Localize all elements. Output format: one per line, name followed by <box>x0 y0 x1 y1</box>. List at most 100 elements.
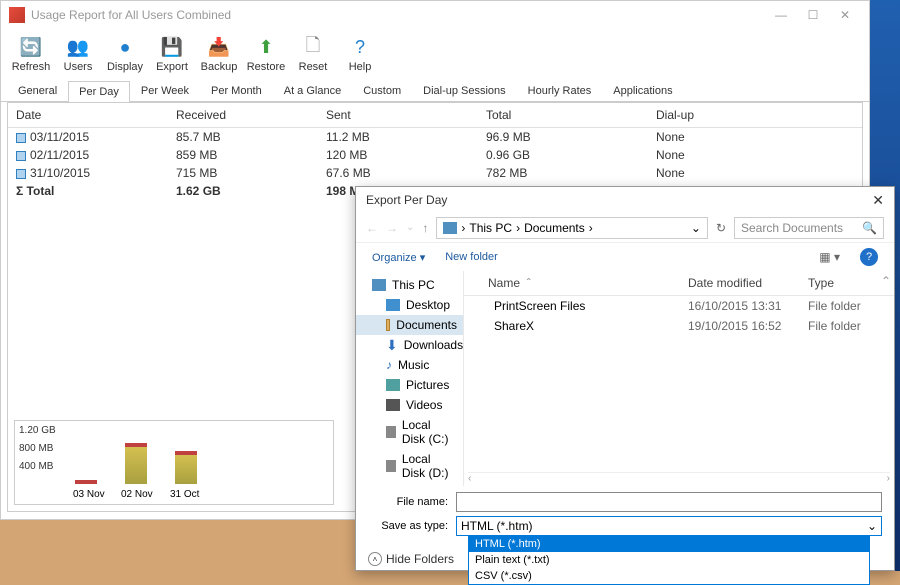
data-row[interactable]: 02/11/2015859 MB120 MB0.96 GBNone <box>8 146 862 164</box>
data-row[interactable]: 03/11/201585.7 MB11.2 MB96.9 MBNone <box>8 128 862 146</box>
tree-music[interactable]: ♪Music <box>356 355 463 375</box>
dialog-body: This PC Desktop Documents ⬇Downloads♪Music P… <box>356 271 894 486</box>
toolbar-label: Display <box>107 61 143 73</box>
file-item[interactable]: PrintScreen Files16/10/2015 13:31File fo… <box>464 296 894 316</box>
breadcrumb-sep2: › <box>516 221 520 235</box>
col-dialup[interactable]: Dial-up <box>656 108 806 122</box>
tree-videos[interactable]: Videos <box>356 395 463 415</box>
file-col-date[interactable]: Date modified <box>688 276 808 290</box>
toolbar-label: Refresh <box>12 61 51 73</box>
tree-local-disk-c-[interactable]: Local Disk (C:) <box>356 415 463 449</box>
tab-per-month[interactable]: Per Month <box>200 80 273 101</box>
breadcrumb-0[interactable]: This PC <box>469 221 512 235</box>
col-received[interactable]: Received <box>176 108 326 122</box>
chart-bar <box>75 480 97 484</box>
file-col-name[interactable]: Name ˆ <box>488 276 688 290</box>
file-name-label: File name: <box>368 496 456 508</box>
reset-icon: 🗋 <box>301 36 325 60</box>
save-type-select[interactable]: HTML (*.htm) ⌄ <box>456 516 882 536</box>
tree-label: This PC <box>392 278 435 292</box>
chevron-down-icon: ⌄ <box>867 519 877 533</box>
refresh-button[interactable]: ↻ <box>716 221 726 235</box>
tab-custom[interactable]: Custom <box>352 80 412 101</box>
help-button[interactable]: ?Help <box>338 36 382 73</box>
file-list: ⌃ Name ˆ Date modified Type PrintScreen … <box>464 271 894 486</box>
dropdown-option[interactable]: CSV (*.csv) <box>469 568 869 584</box>
tab-applications[interactable]: Applications <box>602 80 683 101</box>
export-button[interactable]: 💾Export <box>150 36 194 73</box>
nav-forward-button[interactable]: → <box>386 221 398 235</box>
file-col-type[interactable]: Type <box>808 276 888 290</box>
maximize-button[interactable]: ☐ <box>797 3 829 27</box>
app-icon <box>9 7 25 23</box>
file-item[interactable]: ShareX19/10/2015 16:52File folder <box>464 316 894 336</box>
breadcrumb-1[interactable]: Documents <box>524 221 585 235</box>
tab-at-a-glance[interactable]: At a Glance <box>273 80 352 101</box>
dropdown-option[interactable]: Plain text (*.txt) <box>469 552 869 568</box>
hide-folders-button[interactable]: ˄ Hide Folders <box>368 552 454 566</box>
restore-button[interactable]: ⬆Restore <box>244 36 288 73</box>
tab-hourly-rates[interactable]: Hourly Rates <box>517 80 603 101</box>
new-folder-button[interactable]: New folder <box>445 251 498 263</box>
bars <box>75 429 197 484</box>
tree-desktop[interactable]: Desktop <box>356 295 463 315</box>
close-button[interactable]: ✕ <box>829 3 861 27</box>
col-sent[interactable]: Sent <box>326 108 486 122</box>
display-icon: ● <box>113 36 137 60</box>
address-bar[interactable]: › This PC › Documents › ⌄ <box>436 217 708 239</box>
usage-chart: 1.20 GB 800 MB 400 MB 03 Nov 02 Nov 31 O… <box>14 420 334 505</box>
tree-pictures[interactable]: Pictures <box>356 375 463 395</box>
toolbar-label: Export <box>156 61 188 73</box>
reset-button[interactable]: 🗋Reset <box>291 36 335 73</box>
tree-downloads[interactable]: ⬇Downloads <box>356 335 463 355</box>
nav-history-button[interactable]: ⌄ <box>406 222 414 233</box>
data-row[interactable]: 31/10/2015715 MB67.6 MB782 MBNone <box>8 164 862 182</box>
toolbar-label: Restore <box>247 61 286 73</box>
tree-label: Pictures <box>406 378 449 392</box>
dialog-titlebar: Export Per Day ✕ <box>356 187 894 213</box>
tree-label: Music <box>398 358 429 372</box>
help-button[interactable]: ? <box>860 248 878 266</box>
tree-label: Documents <box>396 318 457 332</box>
dialog-title: Export Per Day <box>366 193 872 207</box>
col-total[interactable]: Total <box>486 108 656 122</box>
toolbar-label: Help <box>349 61 372 73</box>
refresh-button[interactable]: 🔄Refresh <box>9 36 53 73</box>
display-button[interactable]: ●Display <box>103 36 147 73</box>
row-icon <box>16 133 26 143</box>
export-dialog: Export Per Day ✕ ← → ⌄ ↑ › This PC › Doc… <box>355 186 895 571</box>
refresh-icon: 🔄 <box>19 36 43 60</box>
tab-general[interactable]: General <box>7 80 68 101</box>
backup-button[interactable]: 📥Backup <box>197 36 241 73</box>
col-date[interactable]: Date <box>16 108 176 122</box>
tab-per-week[interactable]: Per Week <box>130 80 200 101</box>
tab-per-day[interactable]: Per Day <box>68 81 130 102</box>
dropdown-option[interactable]: HTML (*.htm) <box>469 536 869 552</box>
chart-bar <box>175 451 197 484</box>
window-title: Usage Report for All Users Combined <box>31 8 765 22</box>
file-name-input[interactable] <box>456 492 882 512</box>
address-chevron[interactable]: ⌄ <box>691 221 701 235</box>
users-button[interactable]: 👥Users <box>56 36 100 73</box>
scroll-up-icon[interactable]: ⌃ <box>881 274 891 288</box>
organize-button[interactable]: Organize ▾ <box>372 251 425 264</box>
search-input[interactable]: Search Documents 🔍 <box>734 217 884 239</box>
horizontal-scrollbar[interactable]: ‹ › <box>468 472 890 486</box>
tree-documents[interactable]: Documents <box>356 315 463 335</box>
dialog-options: Organize ▾ New folder ▦ ▾ ? <box>356 243 894 271</box>
tree-label: Local Disk (D:) <box>402 452 457 480</box>
xlabel-1: 02 Nov <box>121 489 153 500</box>
breadcrumb-tail[interactable]: › <box>589 221 593 235</box>
breadcrumb-sep: › <box>461 221 465 235</box>
scroll-right-icon[interactable]: › <box>887 473 890 486</box>
toolbar-label: Users <box>64 61 93 73</box>
users-icon: 👥 <box>66 36 90 60</box>
tree-local-disk-d-[interactable]: Local Disk (D:) <box>356 449 463 483</box>
minimize-button[interactable]: — <box>765 3 797 27</box>
nav-up-button[interactable]: ↑ <box>422 221 428 235</box>
tree-this-pc[interactable]: This PC <box>356 275 463 295</box>
tab-dial-up-sessions[interactable]: Dial-up Sessions <box>412 80 517 101</box>
view-button[interactable]: ▦ ▾ <box>819 250 840 264</box>
nav-back-button[interactable]: ← <box>366 221 378 235</box>
dialog-close-button[interactable]: ✕ <box>872 192 884 209</box>
